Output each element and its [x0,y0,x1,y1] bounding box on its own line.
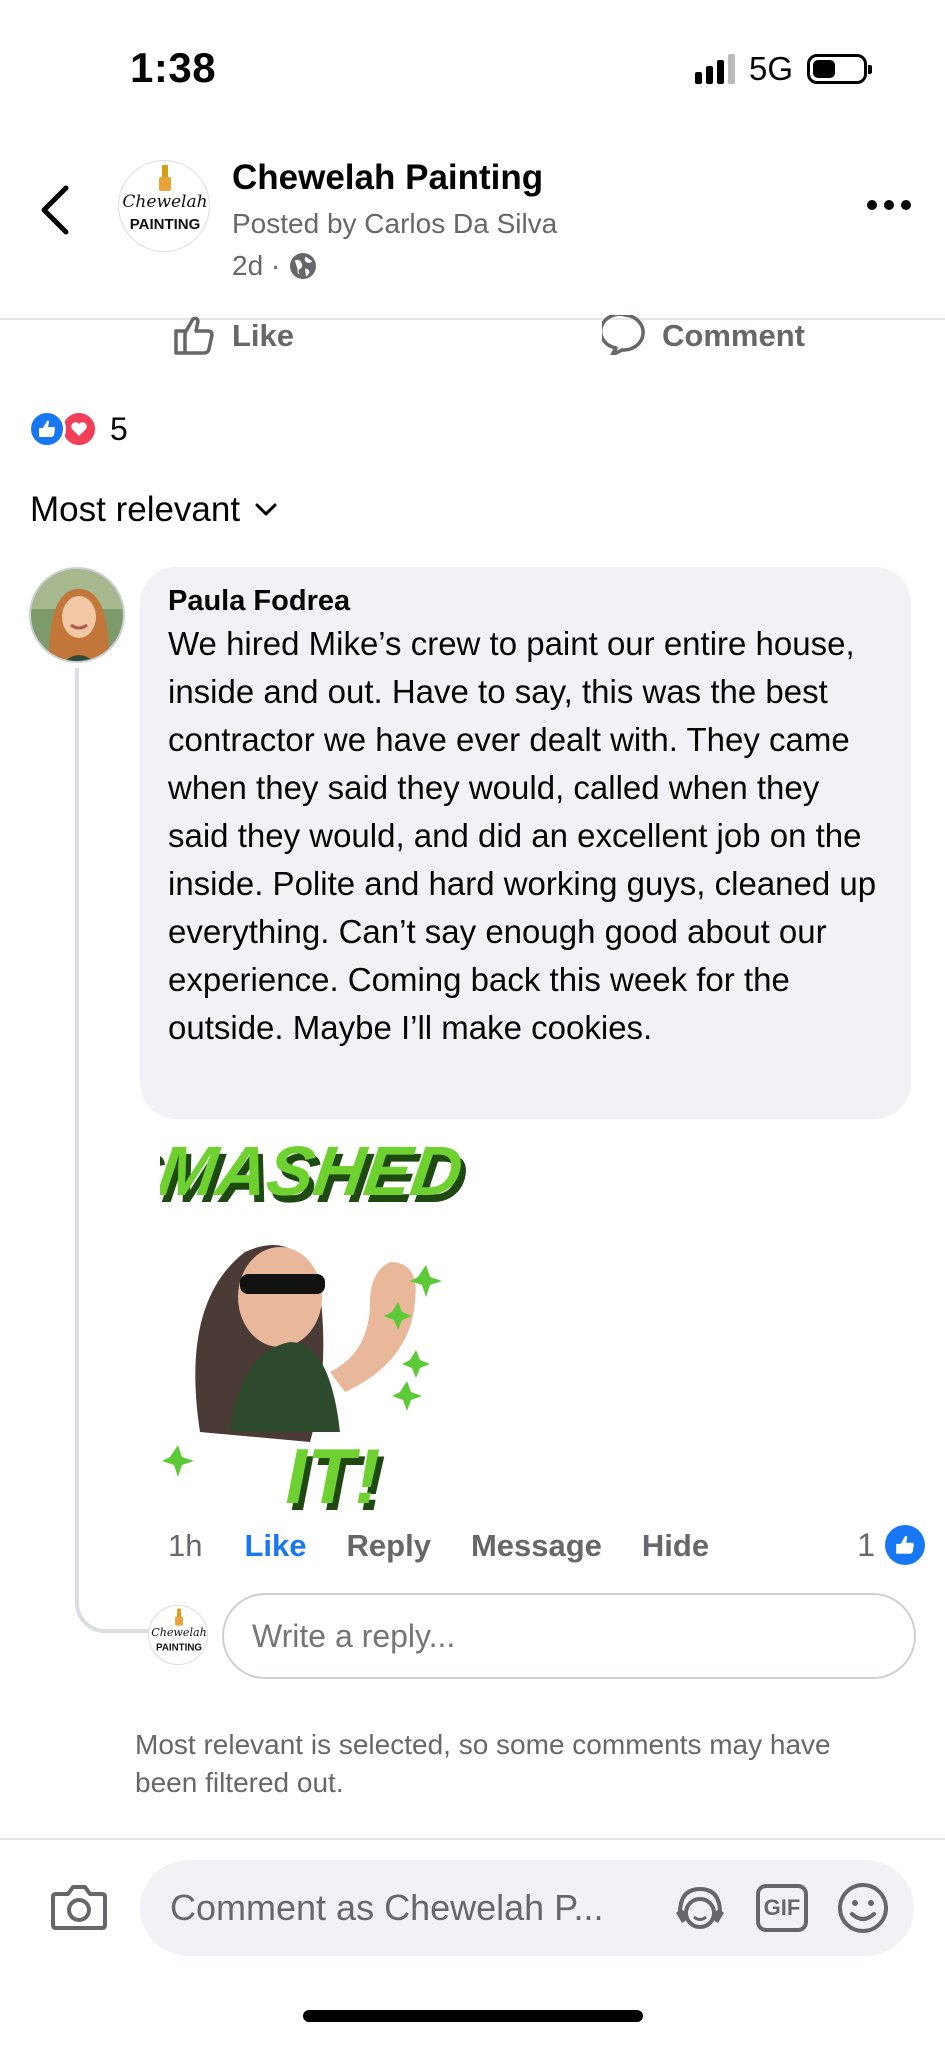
posted-by: Posted by Carlos Da Silva [232,208,558,239]
comment-hide-button[interactable]: Hide [642,1528,709,1564]
back-arrow-icon[interactable] [36,180,76,240]
page-logo[interactable]: Chewelah PAINTING [118,160,210,252]
filter-notice: Most relevant is selected, so some comme… [135,1729,831,1798]
post-meta: 2d · [232,250,318,282]
avatar-sticker-icon[interactable] [672,1883,728,1933]
thumbs-up-outline-icon [174,316,214,355]
gif-button[interactable]: GIF [756,1884,808,1932]
comment-bubble[interactable]: Paula Fodrea We hired Mike’s crew to pai… [140,567,911,1119]
comment-bubble-icon [602,315,645,355]
comment-reply-button[interactable]: Reply [347,1528,431,1564]
comment-placeholder: Comment as Chewelah P... [170,1887,604,1928]
post-like-button[interactable]: Like [172,315,294,355]
like-reaction-icon [28,410,66,448]
comment-age: 1h [168,1528,203,1563]
gif-label: GIF [763,1895,801,1920]
commenter-avatar[interactable] [29,567,125,663]
globe-icon [290,253,317,279]
comment-sort-dropdown[interactable]: Most relevant [30,490,278,530]
comment-message-button[interactable]: Message [471,1528,602,1564]
post-like-label: Like [232,318,295,353]
reactions-summary[interactable]: 5 [28,410,128,448]
sticker-text-bottom: IT! [285,1432,380,1517]
comment-author[interactable]: Paula Fodrea [168,585,883,618]
home-indicator [303,2010,643,2022]
camera-icon[interactable] [50,1882,108,1932]
comment-text: We hired Mike’s crew to paint our entire… [168,625,877,1046]
post-header: Chewelah PAINTING Chewelah Painting Post… [0,150,945,320]
page-name[interactable]: Chewelah Painting [232,158,543,198]
comment-likes[interactable]: 1 [857,1525,925,1565]
post-age: 2d · [232,250,281,281]
like-reaction-icon [885,1525,925,1565]
comment-actions: 1h Like Reply Message Hide [168,1528,928,1564]
reply-page-avatar: Chewelah PAINTING [148,1605,208,1665]
post-actions: Like Comment [0,315,945,355]
network-label: 5G [748,50,793,87]
reply-input[interactable] [222,1593,916,1679]
emoji-icon[interactable] [836,1881,890,1935]
comment-composer: Comment as Chewelah P... GIF [0,1838,945,1978]
sort-label: Most relevant [30,490,241,529]
comment-like-button[interactable]: Like [244,1528,306,1564]
sticker-text-top: SMASHED [160,1131,468,1210]
comment-like-count: 1 [857,1526,875,1563]
post-comment-label: Comment [662,318,805,353]
logo-text-top: Chewelah [151,1626,207,1639]
status-time: 1:38 [130,44,217,91]
status-indicators: 5G [694,50,872,88]
signal-icon [694,54,735,84]
reaction-count: 5 [110,410,128,447]
more-options-icon[interactable] [867,200,911,210]
battery-icon [807,54,872,84]
logo-text-bottom: PAINTING [130,216,201,233]
comment-input[interactable]: Comment as Chewelah P... GIF [140,1860,914,1956]
post-comment-button[interactable]: Comment [602,315,805,355]
smashed-it-sticker: SMASHED SMASHED IT! IT! [107,1122,520,1527]
logo-text-top: Chewelah [122,192,207,212]
chevron-down-icon [255,503,277,516]
logo-text-bottom: PAINTING [156,1642,202,1653]
